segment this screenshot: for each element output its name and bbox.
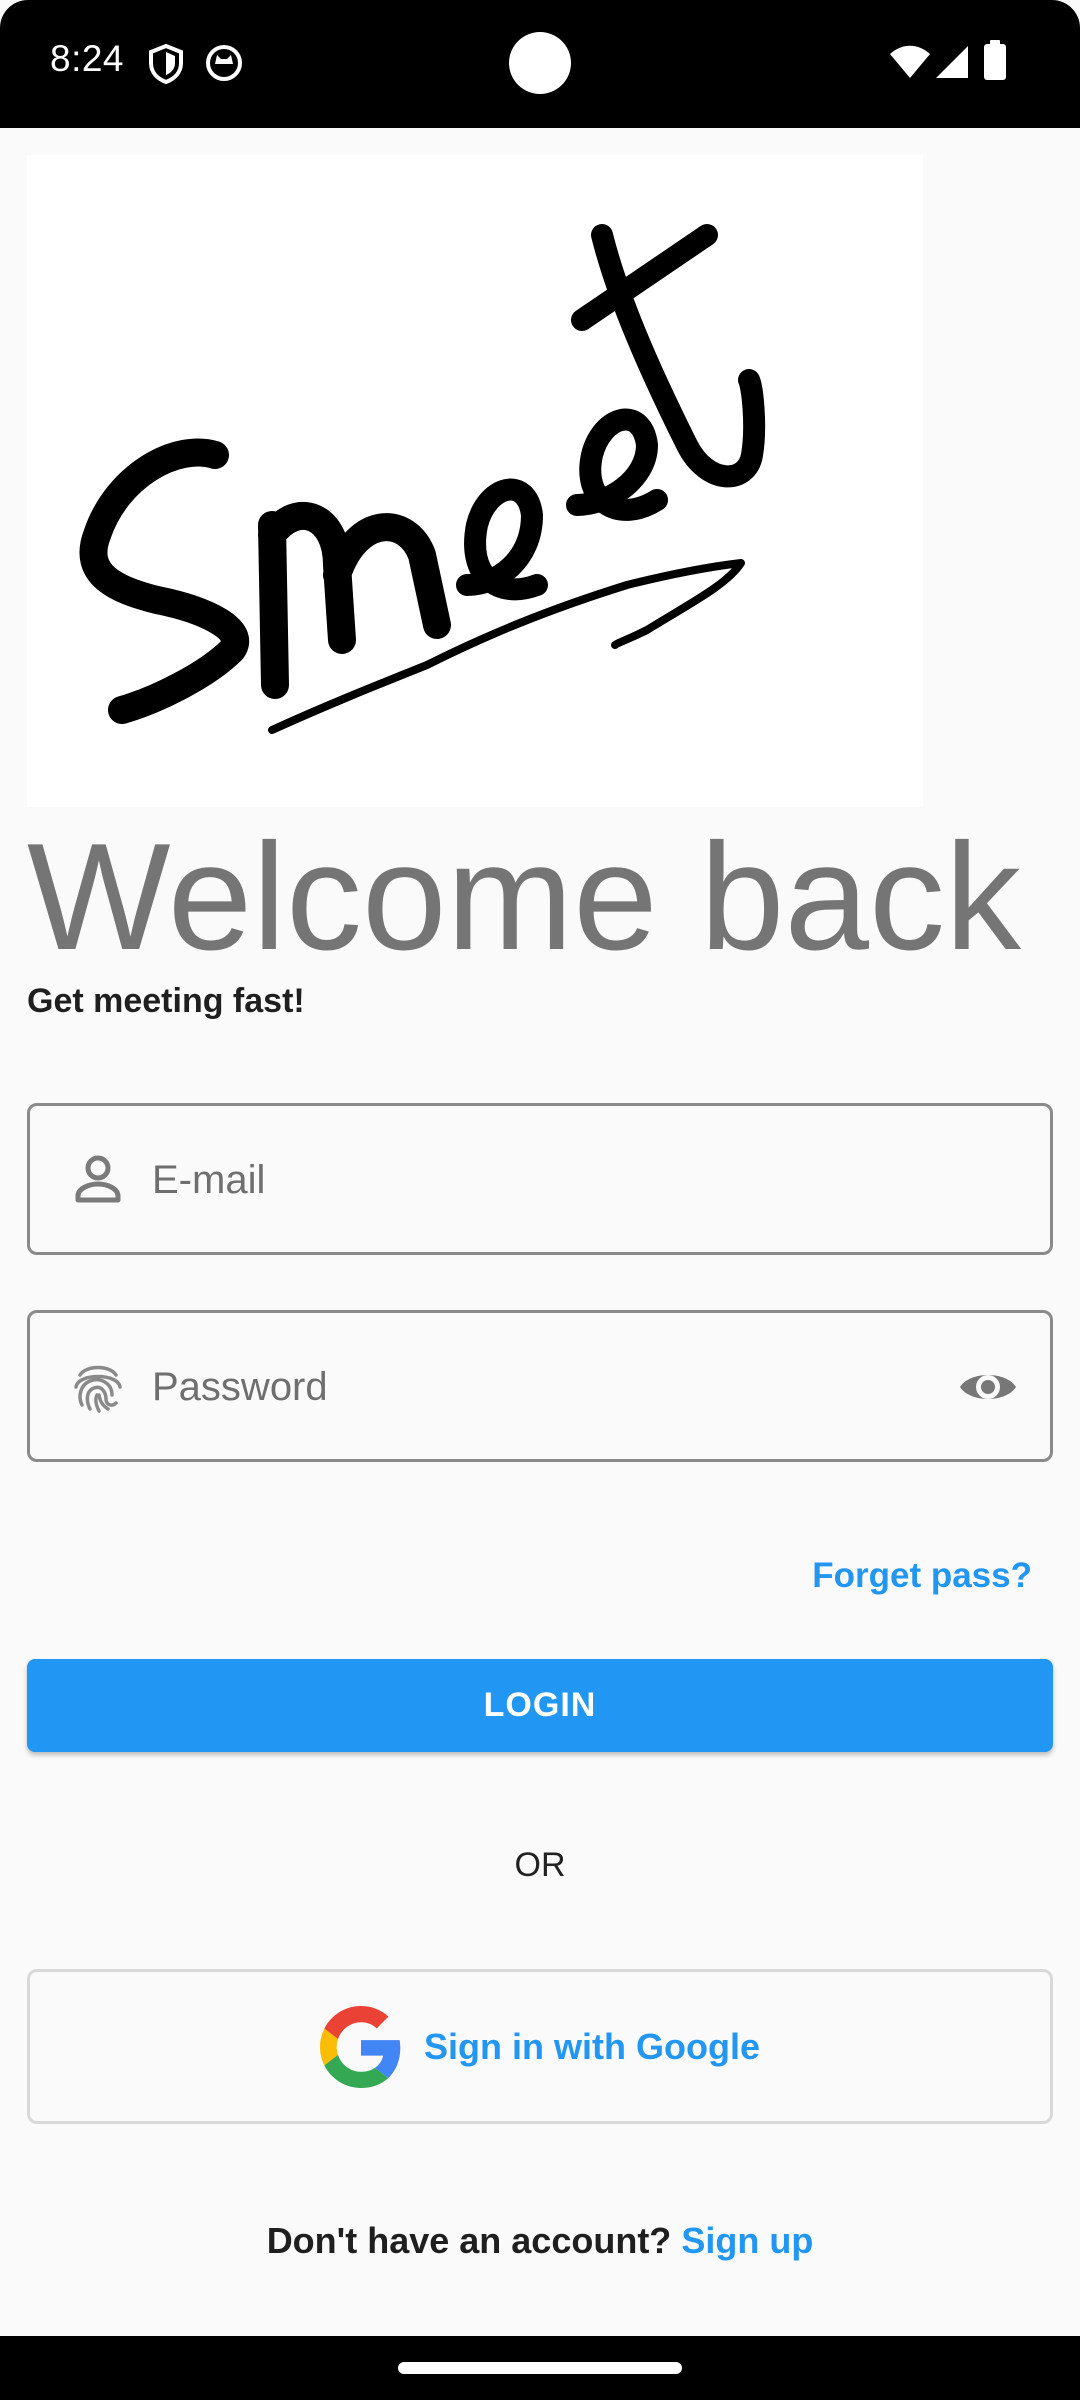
handwritten-logo bbox=[79, 224, 766, 734]
signup-prompt: Don't have an account? bbox=[266, 2220, 672, 2261]
google-signin-label: Sign in with Google bbox=[424, 2025, 760, 2067]
google-signin-button[interactable]: Sign in with Google bbox=[27, 1969, 1053, 2124]
person-icon bbox=[75, 1155, 121, 1203]
home-handle[interactable] bbox=[398, 2362, 682, 2374]
email-field[interactable] bbox=[27, 1103, 1053, 1255]
status-time: 8:24 bbox=[50, 38, 125, 79]
camera-cutout bbox=[509, 32, 571, 94]
email-input[interactable] bbox=[152, 1132, 932, 1228]
shield-icon bbox=[149, 44, 183, 84]
password-input[interactable] bbox=[152, 1339, 932, 1435]
page-subtitle: Get meeting fast! bbox=[27, 982, 305, 1020]
signup-row: Don't have an account? Sign up bbox=[0, 2220, 1080, 2262]
cat-icon bbox=[206, 45, 242, 81]
or-divider: OR bbox=[514, 1846, 566, 1884]
status-bar: 8:24 bbox=[0, 0, 1080, 128]
google-icon bbox=[320, 2005, 401, 2088]
signal-icon bbox=[936, 46, 968, 78]
signup-link[interactable]: Sign up bbox=[681, 2220, 813, 2261]
app-logo bbox=[27, 155, 923, 807]
wifi-icon bbox=[890, 45, 930, 78]
fingerprint-icon bbox=[74, 1365, 122, 1413]
battery-icon bbox=[984, 40, 1006, 80]
login-button[interactable]: LOGIN bbox=[27, 1659, 1053, 1752]
eye-icon[interactable] bbox=[956, 1355, 1020, 1419]
page-title: Welcome back bbox=[27, 812, 1022, 982]
password-field[interactable] bbox=[27, 1310, 1053, 1462]
forgot-password-link[interactable]: Forget pass? bbox=[812, 1556, 1032, 1596]
